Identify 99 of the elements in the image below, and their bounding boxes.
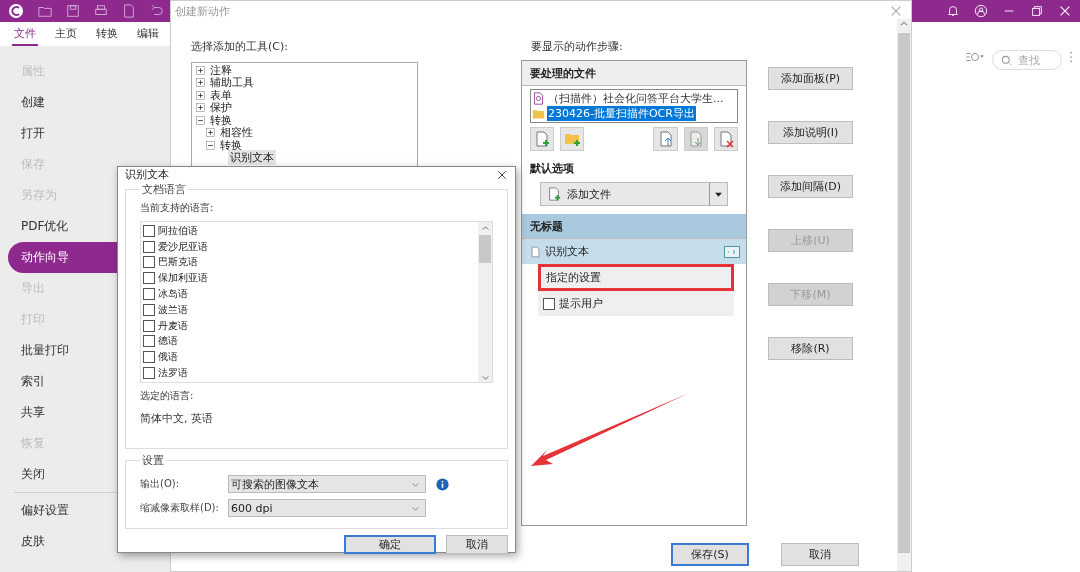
find-options-icon[interactable]: [964, 50, 986, 64]
search-icon: [1001, 54, 1012, 66]
sidebar-item[interactable]: 偏好设置: [8, 495, 104, 526]
account-icon[interactable]: [974, 4, 988, 18]
app-logo-icon: [8, 3, 24, 19]
sidebar-item[interactable]: 共享: [8, 397, 104, 428]
expand-icon[interactable]: [196, 90, 205, 100]
action-step[interactable]: 识别文本: [522, 239, 746, 264]
language-checkbox[interactable]: 丹麦语: [143, 317, 476, 334]
print-icon[interactable]: [94, 4, 108, 18]
sidebar-item[interactable]: 索引: [8, 366, 104, 397]
scroll-up-icon: [899, 19, 909, 29]
add-file-dropdown[interactable]: 添加文件: [540, 182, 728, 206]
step-option[interactable]: 指定的设置: [538, 264, 734, 291]
sidebar-item[interactable]: 动作向导: [8, 242, 117, 273]
restore-icon[interactable]: [1030, 4, 1044, 18]
move-up-button[interactable]: [653, 127, 678, 151]
dialog-title: 识别文本: [125, 167, 169, 182]
steps-label: 要显示的动作步骤:: [530, 39, 624, 54]
scrollbar[interactable]: [478, 222, 492, 382]
group-header: 无标题: [522, 214, 746, 239]
window-title: 创建新动作: [175, 4, 230, 19]
field-label: 选定的语言:: [140, 389, 195, 403]
scrollbar[interactable]: [897, 19, 911, 571]
language-checkbox[interactable]: 巴斯克语: [143, 254, 476, 271]
language-checkbox[interactable]: 冰岛语: [143, 286, 476, 302]
folder-icon[interactable]: [38, 4, 52, 18]
pdf-file-icon: [532, 92, 545, 105]
info-icon: [436, 477, 449, 491]
language-checkbox[interactable]: 德语: [143, 333, 476, 350]
collapse-icon[interactable]: [206, 140, 215, 150]
remove-file-icon: [717, 130, 734, 148]
file-item[interactable]: 230426-批量扫描件OCR导出: [547, 106, 696, 121]
save-icon[interactable]: [66, 4, 80, 18]
sidebar-item[interactable]: 皮肤: [8, 526, 104, 557]
move-down-button[interactable]: [683, 127, 708, 151]
new-file-icon[interactable]: [122, 4, 136, 18]
expand-icon[interactable]: [196, 103, 205, 113]
add-file-icon: [547, 185, 561, 203]
tree-item[interactable]: 识别文本: [228, 150, 276, 166]
downsample-select[interactable]: 600 dpi: [228, 499, 426, 517]
expand-icon[interactable]: [206, 128, 215, 138]
scroll-down-icon: [480, 373, 490, 382]
language-checkbox[interactable]: 保加利亚语: [143, 270, 476, 287]
language-checkbox[interactable]: 波兰语: [143, 302, 476, 318]
remove-file-button[interactable]: [713, 127, 738, 151]
field-label: 缩减像素取样(D):: [140, 501, 220, 515]
output-select[interactable]: 可搜索的图像文本: [228, 475, 426, 493]
language-checkbox[interactable]: 法罗语: [143, 365, 476, 381]
sidebar-item[interactable]: 创建: [8, 87, 104, 118]
field-label: 当前支持的语言:: [140, 201, 215, 215]
selected-languages: 简体中文, 英语: [140, 411, 214, 426]
dialog-button[interactable]: 保存(S): [671, 543, 749, 566]
add-folder-button[interactable]: [560, 127, 585, 151]
add-folder-icon: [563, 131, 582, 147]
prompt-user-checkbox[interactable]: 提示用户: [538, 291, 734, 316]
bell-icon[interactable]: [946, 4, 960, 18]
field-label: 输出(O):: [140, 477, 181, 491]
collapse-icon[interactable]: [196, 115, 205, 125]
tools-label: 选择添加的工具(C):: [191, 39, 289, 54]
sidebar-item[interactable]: PDF优化: [8, 211, 104, 242]
action-button[interactable]: 添加间隔(D): [768, 175, 853, 198]
scroll-up-icon: [480, 224, 490, 233]
expand-icon[interactable]: [196, 78, 205, 88]
section-header: 要处理的文件: [522, 61, 746, 86]
dialog-button[interactable]: 确定: [344, 535, 436, 554]
sidebar-item[interactable]: 关闭: [8, 459, 104, 490]
dialog-button[interactable]: 取消: [781, 543, 859, 566]
close-icon[interactable]: [496, 168, 508, 181]
ok-icon: [724, 245, 740, 258]
add-file-icon: [534, 130, 551, 148]
scroll-thumb[interactable]: [898, 33, 910, 553]
language-checkbox[interactable]: 爱沙尼亚语: [143, 238, 476, 255]
move-down-icon: [687, 130, 704, 148]
language-checkbox[interactable]: 俄语: [143, 349, 476, 366]
add-file-button[interactable]: [530, 127, 555, 151]
more-icon[interactable]: [1068, 50, 1074, 64]
move-up-icon: [657, 130, 674, 148]
folder-icon: [532, 107, 545, 120]
language-checkbox[interactable]: 阿拉伯语: [143, 223, 476, 239]
action-button[interactable]: 移除(R): [768, 337, 853, 360]
dialog-button[interactable]: 取消: [446, 535, 508, 554]
sidebar-item[interactable]: 批量打印: [8, 335, 104, 366]
group-label: 文档语言: [141, 182, 187, 197]
action-button[interactable]: 添加面板(P): [768, 67, 853, 90]
menu-tab[interactable]: 主页: [53, 21, 79, 47]
sidebar-item[interactable]: 打开: [8, 118, 104, 149]
group-label: 设置: [141, 453, 165, 468]
action-button[interactable]: 添加说明(I): [768, 121, 853, 144]
document-icon: [530, 245, 541, 258]
undo-icon[interactable]: [150, 4, 164, 18]
scroll-thumb[interactable]: [479, 235, 491, 263]
tree-item[interactable]: 注释: [208, 62, 234, 78]
expand-icon[interactable]: [196, 65, 205, 75]
menu-tab[interactable]: 转换: [94, 21, 120, 47]
close-icon[interactable]: [1058, 4, 1072, 18]
section-header: 默认选项: [530, 161, 575, 176]
file-item[interactable]: （扫描件）社会化问答平台大学生...: [547, 91, 725, 106]
menu-tab[interactable]: 编辑: [135, 21, 161, 47]
